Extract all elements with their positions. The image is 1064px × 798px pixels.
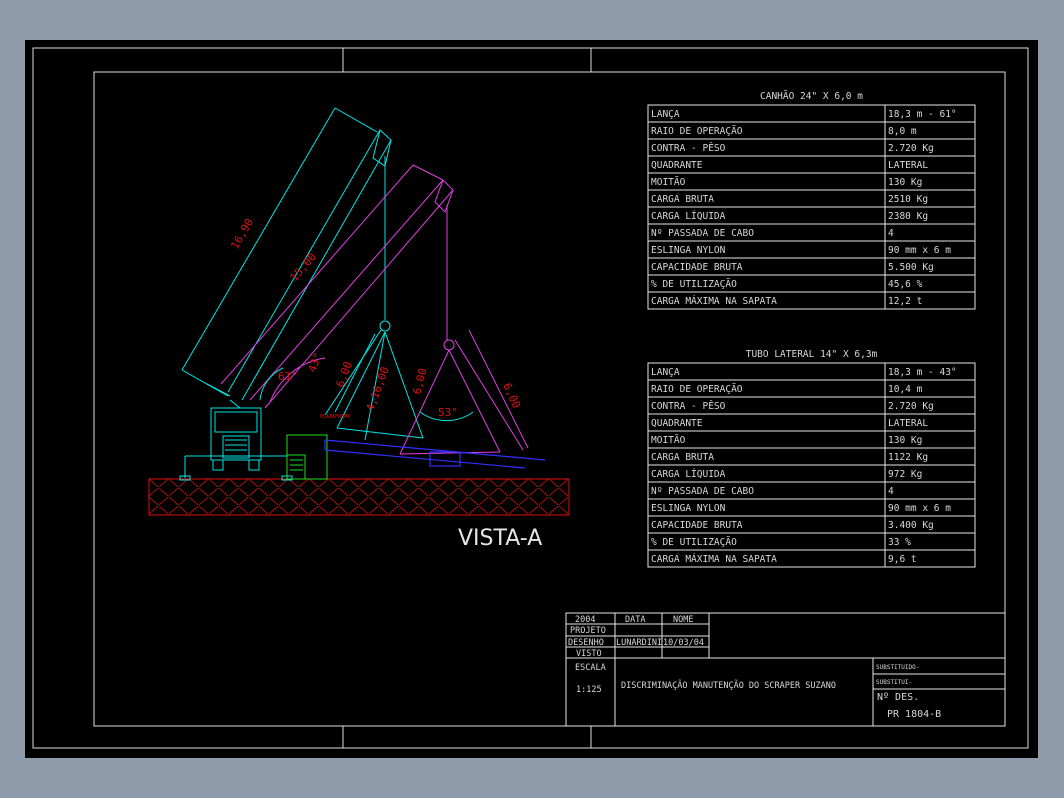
table-cell-value: LATERAL	[888, 160, 928, 171]
inner-border	[93, 71, 1006, 727]
table-cell-value: 8,0 m	[888, 126, 917, 137]
view-label: VISTA-A	[458, 526, 542, 551]
tb-visto: VISTO	[576, 649, 602, 659]
platform-label: PLATAFORMA	[320, 414, 350, 420]
tb-data-header: DATA	[625, 615, 645, 625]
crane-view: 16,90 15,00 61° 43° 6,00 4,16,00 6,00 6,…	[148, 107, 570, 516]
angle-53: 53°	[438, 406, 458, 419]
table-cell-value: 130 Kg	[888, 177, 922, 188]
drawing-sheet: 16,90 15,00 61° 43° 6,00 4,16,00 6,00 6,…	[25, 40, 1038, 758]
table-cell-label: Nº PASSADA DE CABO	[651, 228, 754, 239]
spec-tables: CANHÃO 24" X 6,0 m LANÇA 18,3 m - 61° RAIO …	[647, 91, 976, 568]
tb-escala-label: ESCALA	[575, 663, 606, 673]
table-cell-label: RAIO DE OPERAÇÃO	[651, 126, 743, 137]
table-cell-value: 3.400 Kg	[888, 520, 934, 531]
dim-cyan-long: 16,90	[228, 216, 256, 251]
tb-drawing-no: PR 1804-B	[887, 709, 941, 720]
table-cell-label: CARGA BRUTA	[651, 194, 714, 205]
table-cell-label: CARGA LÍQUIDA	[651, 468, 726, 480]
ground-hatch	[148, 478, 570, 516]
outer-border	[32, 47, 1029, 749]
tb-escala-value: 1:125	[576, 685, 602, 695]
table-cell-value: 5.500 Kg	[888, 262, 934, 273]
table-cell-value: 130 Kg	[888, 435, 922, 446]
table-cell-value: 90 mm x 6 m	[888, 245, 951, 256]
table-cell-value: 1122 Kg	[888, 452, 928, 463]
dim-magenta-long: 15,00	[287, 250, 319, 284]
table-cell-value: 2510 Kg	[888, 194, 928, 205]
table-cell-value: 9,6 t	[888, 554, 917, 565]
table-cell-label: CONTRA - PÊSO	[651, 400, 726, 412]
angle-magenta: 43°	[306, 351, 325, 374]
table-row	[647, 430, 976, 449]
table-cell-label: Nº PASSADA DE CABO	[651, 486, 754, 497]
table-cell-label: CARGA BRUTA	[651, 452, 714, 463]
table-cell-label: ESLINGA NYLON	[651, 503, 726, 514]
table-title: TUBO LATERAL 14" X 6,3m	[746, 349, 878, 360]
table-cell-label: CARGA LÍQUIDA	[651, 210, 726, 222]
table-cell-value: 4	[888, 228, 894, 239]
table-cell-value: 2.720 Kg	[888, 401, 934, 412]
tb-date: 10/03/04	[663, 638, 704, 648]
table-cell-label: % DE UTILIZAÇÃO	[651, 537, 737, 548]
table-cell-value: 972 Kg	[888, 469, 922, 480]
table-cell-value: 18,3 m - 43°	[888, 367, 957, 378]
table-cell-value: 2380 Kg	[888, 211, 928, 222]
tb-description: DISCRIMINAÇÃO MANUTENÇÃO DO SCRAPER SUZA…	[621, 680, 836, 691]
table-cell-value: 90 mm x 6 m	[888, 503, 951, 514]
table-cell-value: 4	[888, 486, 894, 497]
table-cell-label: RAIO DE OPERAÇÃO	[651, 384, 743, 395]
dim-magenta-sling: 6,00	[410, 367, 429, 396]
platform	[286, 434, 328, 480]
table-cell-label: MOITÃO	[651, 435, 686, 446]
cad-drawing: 16,90 15,00 61° 43° 6,00 4,16,00 6,00 6,…	[32, 47, 1029, 749]
tb-drawing-no-label: Nº DES.	[877, 692, 919, 703]
truck	[179, 399, 293, 481]
tb-substitui: SUBSTITUI-	[876, 679, 912, 686]
table-cell-label: LANÇA	[651, 109, 680, 120]
table-cell-label: CARGA MÁXIMA NA SAPATA	[651, 295, 777, 307]
table-row	[647, 172, 976, 191]
table-cell-value: 10,4 m	[888, 384, 923, 395]
table-title: CANHÃO 24" X 6,0 m	[760, 91, 863, 102]
table-cell-label: ESLINGA NYLON	[651, 245, 726, 256]
tb-designer: LUNARDINI	[616, 638, 662, 648]
table-cell-label: CARGA MÁXIMA NA SAPATA	[651, 553, 777, 565]
tb-substituido: SUBSTITUIDO-	[876, 664, 919, 671]
table-cell-value: 2.720 Kg	[888, 143, 934, 154]
table-cell-value: 12,2 t	[888, 296, 922, 307]
table-cell-label: MOITÃO	[651, 177, 686, 188]
table-cell-label: CAPACIDADE BRUTA	[651, 262, 743, 273]
table-cell-value: 45,6 %	[888, 279, 923, 290]
table-cell-value: 33 %	[888, 537, 911, 548]
tb-year: 2004	[575, 615, 595, 625]
tb-desenho: DESENHO	[568, 638, 604, 648]
table-cell-label: LANÇA	[651, 367, 680, 378]
tb-nome-header: NOME	[673, 615, 693, 625]
dim-magenta-sling-right: 6,00	[500, 381, 523, 410]
title-block-text: 2004 DATA NOME PROJETO DESENHO LUNARDINI…	[568, 615, 941, 720]
angle-cyan: 61°	[278, 370, 298, 383]
table-cell-label: QUADRANTE	[651, 418, 703, 429]
table-cell-value: LATERAL	[888, 418, 928, 429]
pipe-load	[324, 439, 546, 469]
table-cell-label: CAPACIDADE BRUTA	[651, 520, 743, 531]
table-cell-label: QUADRANTE	[651, 160, 703, 171]
table-cell-value: 18,3 m - 61°	[888, 109, 957, 120]
table-cell-label: % DE UTILIZAÇÃO	[651, 279, 737, 290]
tb-projeto: PROJETO	[570, 626, 606, 636]
dim-cyan-base: 4,16,00	[364, 365, 392, 413]
table-cell-label: CONTRA - PÊSO	[651, 142, 726, 154]
